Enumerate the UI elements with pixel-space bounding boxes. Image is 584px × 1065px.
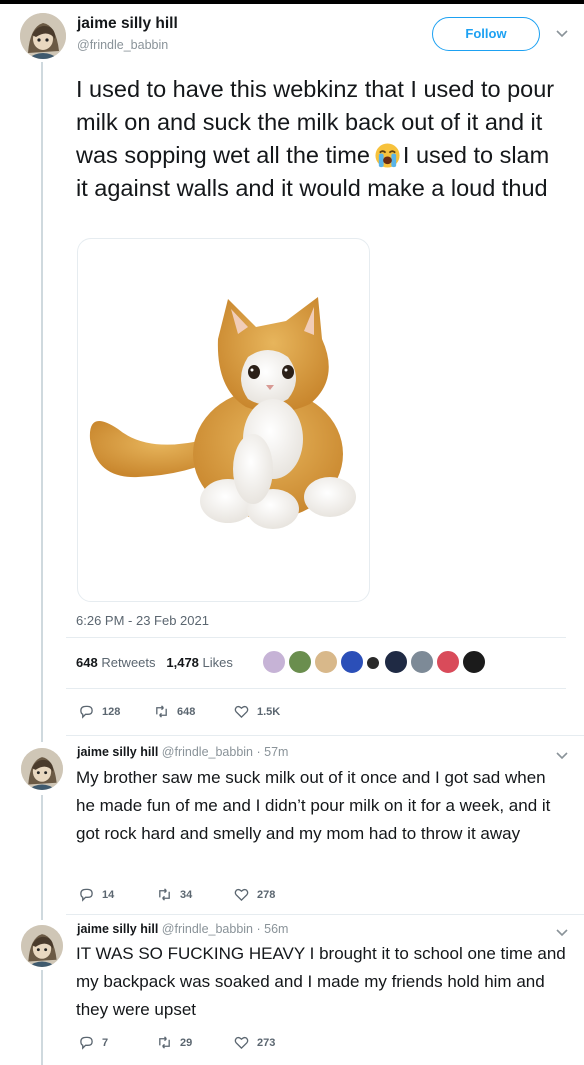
tweet-image[interactable] [77, 238, 370, 602]
loudly-crying-face-icon [374, 142, 401, 169]
reply-text: My brother saw me suck milk out of it on… [76, 768, 551, 843]
reply-button[interactable]: 14 [79, 887, 114, 902]
liker-avatar[interactable] [340, 650, 364, 674]
divider [66, 914, 584, 915]
liker-avatars [262, 650, 502, 676]
liker-avatar[interactable] [462, 650, 486, 674]
like-count: 1.5K [257, 705, 281, 718]
reply-text: IT WAS SO FUCKING HEAVY I brought it to … [76, 944, 566, 1019]
display-name[interactable]: jaime silly hill [77, 745, 158, 759]
retweet-icon [159, 1036, 170, 1049]
retweet-button[interactable]: 29 [157, 1035, 192, 1050]
retweet-count: 648 [177, 705, 196, 718]
retweet-count: 34 [180, 888, 193, 901]
chevron-down-icon[interactable] [556, 27, 568, 41]
retweet-count: 29 [180, 1036, 193, 1049]
reply-count: 7 [102, 1036, 109, 1049]
likes-label[interactable]: Likes [203, 655, 233, 670]
liker-avatar[interactable] [366, 656, 380, 670]
like-button[interactable]: 1.5K [234, 704, 280, 719]
thread-line [41, 62, 43, 742]
thread-line [41, 795, 43, 920]
username-handle[interactable]: @frindle_babbin [162, 922, 253, 936]
heart-icon [234, 705, 249, 719]
avatar[interactable] [20, 13, 66, 59]
engagement-stats: 648 Retweets 1,478 Likes [76, 655, 233, 670]
follow-button[interactable]: Follow [432, 17, 540, 51]
divider [66, 688, 566, 689]
liker-avatar[interactable] [410, 650, 434, 674]
chevron-down-icon[interactable] [556, 749, 568, 763]
heart-icon [234, 1036, 249, 1050]
like-button[interactable]: 278 [234, 887, 275, 902]
reply-header: jaime silly hill @frindle_babbin · 57m [77, 745, 288, 759]
retweets-count[interactable]: 648 [76, 655, 98, 670]
username-handle[interactable]: @frindle_babbin [162, 745, 253, 759]
divider [66, 735, 584, 736]
retweet-icon [159, 888, 170, 901]
liker-avatar[interactable] [262, 650, 286, 674]
reply-time[interactable]: · 56m [257, 922, 289, 936]
thread-line [41, 970, 43, 1065]
plush-cat-toy-image [89, 297, 356, 529]
reply-header: jaime silly hill @frindle_babbin · 56m [77, 922, 288, 936]
top-border [0, 0, 584, 4]
display-name[interactable]: jaime silly hill [77, 15, 178, 33]
like-count: 278 [257, 888, 276, 901]
liker-avatar[interactable] [288, 650, 312, 674]
retweet-button[interactable]: 648 [154, 704, 195, 719]
retweet-icon [156, 705, 167, 718]
tweet-text: I used to have this webkinz that I used … [76, 73, 566, 205]
reply-icon [80, 705, 93, 719]
reply-count: 14 [102, 888, 115, 901]
reply-button[interactable]: 7 [79, 1035, 108, 1050]
reply-icon [80, 1036, 93, 1050]
retweets-label[interactable]: Retweets [101, 655, 155, 670]
liker-avatar[interactable] [436, 650, 460, 674]
liker-avatar[interactable] [314, 650, 338, 674]
heart-icon [234, 888, 249, 902]
liker-avatar[interactable] [384, 650, 408, 674]
like-button[interactable]: 273 [234, 1035, 275, 1050]
chevron-down-icon[interactable] [556, 926, 568, 940]
divider [66, 637, 566, 638]
likes-count[interactable]: 1,478 [166, 655, 199, 670]
username-handle[interactable]: @frindle_babbin [77, 38, 168, 52]
reply-button[interactable]: 128 [79, 704, 120, 719]
avatar[interactable] [21, 748, 63, 790]
reply-icon [80, 888, 93, 902]
display-name[interactable]: jaime silly hill [77, 922, 158, 936]
like-count: 273 [257, 1036, 276, 1049]
reply-count: 128 [102, 705, 121, 718]
retweet-button[interactable]: 34 [157, 887, 192, 902]
tweet-timestamp[interactable]: 6:26 PM - 23 Feb 2021 [76, 613, 209, 628]
reply-time[interactable]: · 57m [257, 745, 289, 759]
avatar[interactable] [21, 925, 63, 967]
